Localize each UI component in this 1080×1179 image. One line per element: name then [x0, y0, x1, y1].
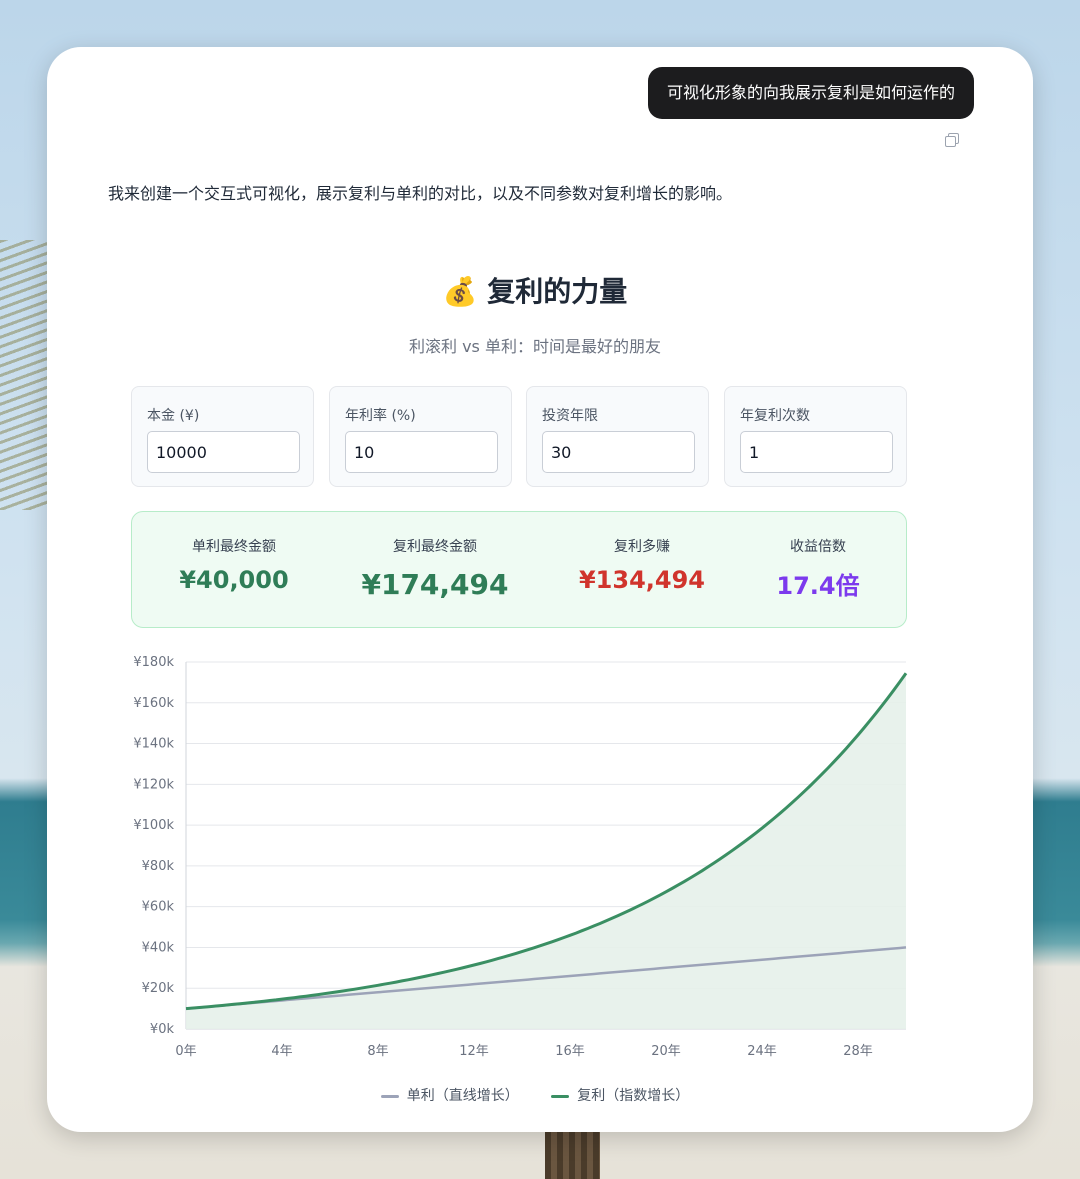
x-tick-label: 24年 — [747, 1044, 777, 1059]
param-rate: 年利率 (%) — [329, 386, 512, 487]
result-simple: 单利最终金额 ¥40,000 — [134, 536, 334, 594]
legend-swatch-compound — [551, 1094, 570, 1098]
years-input[interactable] — [542, 431, 695, 473]
result-extra-value: ¥134,494 — [578, 566, 705, 594]
x-tick-label: 0年 — [175, 1044, 196, 1059]
copy-icon[interactable] — [945, 133, 959, 147]
result-multiple: 收益倍数 17.4倍 — [718, 536, 918, 601]
x-tick-label: 28年 — [843, 1044, 873, 1059]
y-tick-label: ¥140k — [133, 737, 174, 752]
x-tick-label: 20年 — [651, 1044, 681, 1059]
chart-legend: 单利（直线增长） 复利（指数增长） — [47, 1085, 1023, 1105]
legend-item-simple[interactable]: 单利（直线增长） — [380, 1085, 519, 1105]
result-extra-label: 复利多赚 — [614, 539, 670, 555]
x-tick-label: 4年 — [271, 1044, 292, 1059]
palm-trunk-decoration — [545, 1130, 600, 1179]
param-frequency: 年复利次数 — [724, 386, 907, 487]
y-tick-label: ¥60k — [142, 900, 175, 915]
viz-title: 💰 复利的力量 — [47, 270, 1023, 310]
compound-interest-line — [185, 672, 908, 1011]
param-principal-label: 本金 (¥) — [147, 408, 200, 424]
legend-label-simple: 单利（直线增长） — [406, 1088, 519, 1104]
y-tick-label: ¥80k — [142, 859, 175, 874]
x-tick-label: 8年 — [367, 1044, 388, 1059]
y-tick-label: ¥0k — [150, 1022, 175, 1037]
result-multiple-value: 17.4倍 — [776, 572, 860, 600]
rate-input[interactable] — [345, 431, 498, 473]
param-rate-label: 年利率 (%) — [345, 408, 416, 424]
result-simple-value: ¥40,000 — [179, 566, 289, 594]
x-tick-label: 12年 — [459, 1044, 489, 1059]
y-tick-label: ¥20k — [142, 981, 175, 996]
legend-item-compound[interactable]: 复利（指数增长） — [551, 1085, 689, 1105]
principal-input[interactable] — [147, 431, 300, 473]
result-multiple-label: 收益倍数 — [790, 539, 846, 555]
param-principal: 本金 (¥) — [131, 386, 314, 487]
legend-label-compound: 复利（指数增长） — [577, 1088, 690, 1104]
legend-swatch-simple — [380, 1094, 399, 1098]
y-tick-label: ¥100k — [133, 818, 174, 833]
assistant-intro-text: 我来创建一个交互式可视化，展示复利与单利的对比，以及不同参数对复利增长的影响。 — [108, 184, 733, 203]
param-years: 投资年限 — [526, 386, 709, 487]
compound-area — [186, 673, 906, 1029]
param-years-label: 投资年限 — [542, 408, 598, 424]
chat-window: 可视化形象的向我展示复利是如何运作的 我来创建一个交互式可视化，展示复利与单利的… — [47, 47, 1033, 1132]
user-message-bubble: 可视化形象的向我展示复利是如何运作的 — [647, 67, 974, 119]
result-compound: 复利最终金额 ¥174,494 — [335, 536, 535, 601]
result-compound-label: 复利最终金额 — [393, 539, 477, 555]
x-tick-label: 16年 — [555, 1044, 585, 1059]
viz-title-text: 复利的力量 — [487, 275, 628, 308]
result-compound-value: ¥174,494 — [361, 568, 509, 601]
y-tick-label: ¥40k — [142, 940, 175, 955]
y-tick-label: ¥160k — [133, 696, 174, 711]
y-tick-label: ¥180k — [133, 655, 174, 670]
result-extra: 复利多赚 ¥134,494 — [542, 536, 742, 594]
frequency-input[interactable] — [740, 431, 893, 473]
money-bag-icon: 💰 — [442, 275, 478, 308]
viz-subtitle: 利滚利 vs 单利：时间是最好的朋友 — [409, 337, 661, 356]
results-panel: 单利最终金额 ¥40,000 复利最终金额 ¥174,494 复利多赚 ¥134… — [131, 511, 907, 628]
param-frequency-label: 年复利次数 — [740, 408, 810, 424]
simple-interest-line — [185, 946, 907, 1010]
y-tick-label: ¥120k — [133, 777, 174, 792]
result-simple-label: 单利最终金额 — [192, 539, 276, 555]
